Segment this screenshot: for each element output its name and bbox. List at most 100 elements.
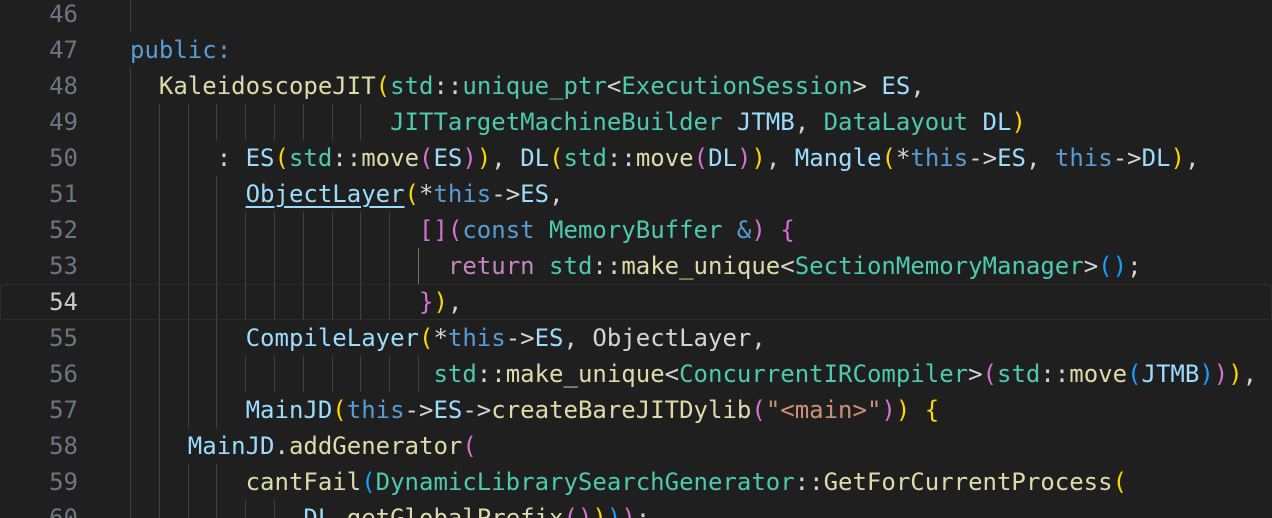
code-token: SectionMemoryManager [794, 252, 1084, 280]
code-token: -> [1112, 144, 1142, 172]
line-number: 55 [49, 324, 78, 352]
line-number: 59 [49, 468, 78, 496]
code-line-52[interactable]: 52 [](const MemoryBuffer &) { [0, 212, 1272, 248]
code-editor[interactable]: 46 47 public: 48 KaleidoscopeJIT(std::uniqu… [0, 0, 1272, 518]
code-token: , [765, 144, 795, 172]
code-token: DynamicLibrarySearchGenerator [375, 468, 795, 496]
code-token: ) [1011, 108, 1026, 136]
code-token: std [549, 252, 593, 280]
code-text: KaleidoscopeJIT(std::unique_ptr<Executio… [130, 68, 925, 104]
code-line-53[interactable]: 53 return std::make_unique<SectionMemory… [0, 248, 1272, 284]
code-line-47[interactable]: 47 public: [0, 32, 1272, 68]
code-token: > [968, 360, 983, 388]
code-token: ES [433, 144, 463, 172]
code-token: MainJD [187, 432, 275, 460]
line-number: 48 [49, 72, 78, 100]
code-text: DL.getGlobalPrefix()))); [130, 500, 650, 518]
code-token: < [664, 360, 680, 388]
code-line-48[interactable]: 48 KaleidoscopeJIT(std::unique_ptr<Execu… [0, 68, 1272, 104]
code-token: , [447, 288, 463, 316]
code-text: }), [130, 284, 462, 320]
code-token: getGlobalPrefix [346, 504, 564, 518]
code-token: . [332, 504, 347, 518]
code-token: :: [433, 72, 463, 100]
code-token: ( [693, 144, 709, 172]
code-token: :: [606, 144, 636, 172]
code-line-60[interactable]: 60 DL.getGlobalPrefix()))); [0, 500, 1272, 518]
code-token: , [1242, 360, 1258, 388]
code-token: this [447, 324, 506, 352]
code-token: move [361, 144, 420, 172]
code-token: :: [794, 468, 824, 496]
line-number: 60 [49, 504, 78, 518]
code-line-55[interactable]: 55 CompileLayer(*this->ES, ObjectLayer, [0, 320, 1272, 356]
code-token: ( [404, 180, 419, 208]
code-token: MainJD [245, 396, 333, 424]
code-token: DL [1141, 144, 1171, 172]
code-token: addGenerator [288, 432, 463, 460]
code-line-50[interactable]: 50 : ES(std::move(ES)), DL(std::move(DL)… [0, 140, 1272, 176]
code-token: . [274, 432, 289, 460]
code-token: ES [245, 144, 275, 172]
code-token: ) [736, 144, 752, 172]
code-line-56[interactable]: 56 std::make_unique<ConcurrentIRCompiler… [0, 356, 1272, 392]
code-token: unique_ptr [462, 72, 607, 100]
code-line-59[interactable]: 59 cantFail(DynamicLibrarySearchGenerato… [0, 464, 1272, 500]
line-number: 47 [49, 36, 78, 64]
line-number: 53 [49, 252, 78, 280]
code-token: std [563, 144, 607, 172]
code-token: * [419, 180, 434, 208]
code-token: DL [982, 108, 1012, 136]
code-line-54[interactable]: 54 }), [0, 284, 1272, 320]
code-token: make_unique [505, 360, 665, 388]
code-token: return [447, 252, 535, 280]
code-token: ( [418, 324, 434, 352]
code-text: std::make_unique<ConcurrentIRCompiler>(s… [130, 356, 1257, 392]
code-token: GetForCurrentProcess [823, 468, 1113, 496]
line-number: 46 [49, 0, 78, 28]
code-token: } [418, 288, 434, 316]
code-token: DL [303, 504, 333, 518]
code-token: ; [635, 504, 651, 518]
code-token: ES [881, 72, 911, 100]
code-token: & [736, 216, 752, 244]
code-token: Mangle [794, 144, 882, 172]
code-token: ( [1127, 360, 1142, 388]
code-token[interactable]: ObjectLayer [246, 180, 405, 208]
code-token: ( [332, 396, 347, 424]
code-token: ES [534, 324, 564, 352]
line-number: 52 [49, 216, 78, 244]
line-number: 57 [49, 396, 78, 424]
code-text: CompileLayer(*this->ES, ObjectLayer, [130, 320, 766, 356]
code-token: "<main>" [765, 396, 882, 424]
code-token: ( [549, 144, 564, 172]
code-line-57[interactable]: 57 MainJD(this->ES->createBareJITDylib("… [0, 392, 1272, 428]
code-token: make_unique [621, 252, 781, 280]
code-token: ES [520, 180, 550, 208]
code-line-51[interactable]: 51 ObjectLayer(*this->ES, [0, 176, 1272, 212]
code-line-49[interactable]: 49 JITTargetMachineBuilder JTMB, DataLay… [0, 104, 1272, 140]
code-line-58[interactable]: 58 MainJD.addGenerator( [0, 428, 1272, 464]
code-line-46[interactable]: 46 [0, 0, 1272, 32]
code-token: CompileLayer [245, 324, 419, 352]
code-token: ) [1170, 144, 1185, 172]
code-token: ( [1112, 468, 1128, 496]
code-token: * [895, 144, 911, 172]
code-token: -> [968, 144, 998, 172]
code-token: -> [404, 396, 434, 424]
code-token: * [433, 324, 448, 352]
code-token: , [1026, 144, 1055, 172]
